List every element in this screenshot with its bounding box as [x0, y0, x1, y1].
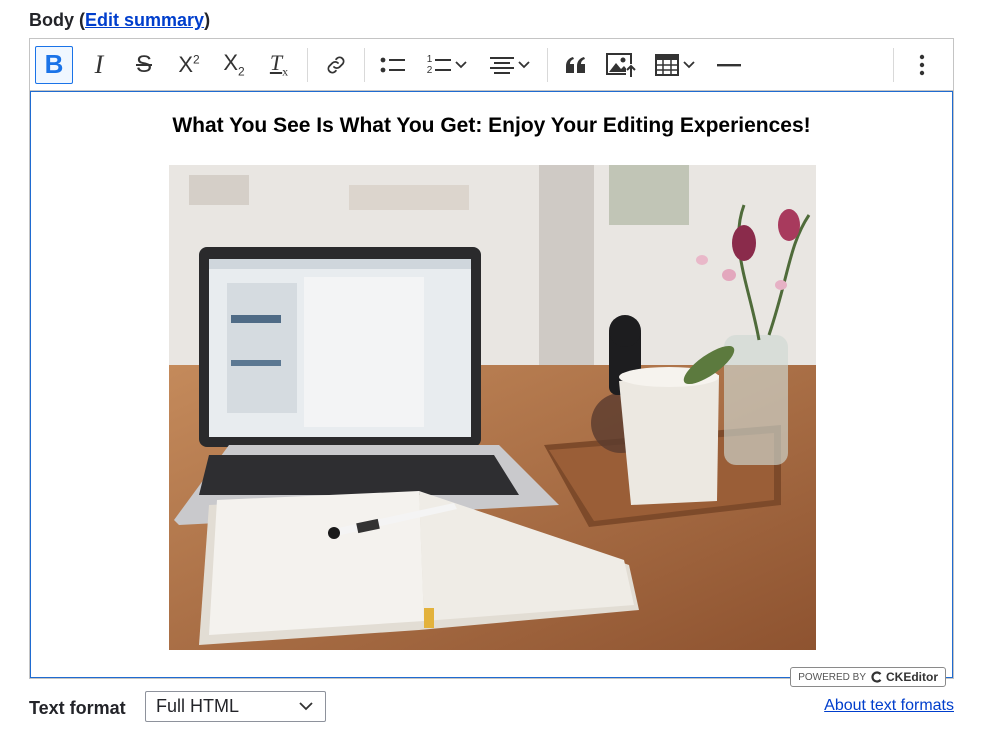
chevron-down-icon — [683, 60, 695, 68]
subscript-mark: 2 — [238, 64, 245, 79]
field-label-paren-close: ) — [204, 10, 211, 30]
text-format-selected: Full HTML — [156, 696, 240, 716]
numbered-list-button[interactable]: 1 2 — [419, 46, 475, 84]
table-icon — [655, 53, 679, 76]
subscript-icon: X2 — [223, 50, 244, 78]
bold-button[interactable]: B — [35, 45, 73, 84]
number-two: 2 — [426, 64, 433, 76]
text-format-label: Text format — [29, 698, 126, 718]
rich-text-editor: B I S X2 X2 Tx 1 2 What You See Is What … — [29, 38, 954, 687]
bulleted-list-icon — [380, 57, 405, 72]
image-upload-icon — [606, 52, 636, 78]
field-label: Body (Edit summary) — [29, 10, 210, 31]
editor-toolbar: B I S X2 X2 Tx 1 2 — [30, 39, 953, 91]
bulleted-list-button[interactable] — [374, 46, 412, 84]
chevron-down-icon — [299, 702, 313, 711]
italic-icon: I — [94, 49, 104, 79]
toolbar-separator — [547, 47, 548, 82]
subscript-base: X — [223, 50, 238, 76]
ckeditor-brand-text: CKEditor — [886, 670, 938, 684]
toolbar-separator — [307, 47, 308, 82]
link-icon — [327, 56, 345, 73]
number-one: 1 — [426, 53, 433, 65]
chevron-down-icon — [518, 60, 530, 68]
text-format-select[interactable]: Full HTML — [145, 691, 326, 722]
remove-format-mark: x — [282, 64, 289, 79]
powered-by-text: POWERED BY — [798, 671, 866, 683]
remove-format-button[interactable]: Tx — [260, 46, 298, 84]
more-actions-area — [891, 46, 941, 84]
ckeditor-brand: CKEditor — [871, 670, 938, 684]
superscript-button[interactable]: X2 — [170, 46, 208, 84]
ckeditor-logo-icon — [871, 671, 882, 683]
align-center-icon — [490, 56, 514, 74]
link-button[interactable] — [317, 46, 355, 84]
more-button[interactable] — [903, 46, 941, 84]
subscript-button[interactable]: X2 — [215, 46, 253, 84]
powered-by-badge[interactable]: POWERED BY CKEditor — [790, 667, 946, 687]
vertical-dots-icon — [919, 54, 925, 76]
toolbar-separator — [893, 48, 894, 82]
remove-format-base: T — [269, 49, 283, 75]
insert-table-button[interactable] — [647, 46, 703, 84]
block-quote-button[interactable] — [557, 46, 595, 84]
numbered-list-digits: 1 2 — [427, 54, 433, 76]
laptop-notebook-coffee-photo — [169, 165, 816, 650]
numbered-list-icon: 1 2 — [427, 54, 452, 76]
quote-icon — [566, 56, 585, 73]
italic-button[interactable]: I — [80, 46, 118, 84]
alignment-button[interactable] — [482, 46, 538, 84]
editor-content[interactable]: What You See Is What You Get: Enjoy Your… — [30, 91, 953, 678]
strikethrough-icon: S — [135, 50, 152, 78]
chevron-down-icon — [455, 60, 467, 68]
superscript-mark: 2 — [193, 52, 200, 67]
toolbar-separator — [364, 47, 365, 82]
superscript-base: X — [178, 51, 193, 77]
content-heading: What You See Is What You Get: Enjoy Your… — [172, 114, 811, 137]
edit-summary-link[interactable]: Edit summary — [85, 10, 204, 30]
horizontal-line-button[interactable] — [710, 46, 748, 84]
field-label-text: Body — [29, 10, 74, 30]
insert-image-button[interactable] — [602, 46, 640, 84]
bold-icon: B — [44, 49, 64, 79]
superscript-icon: X2 — [178, 52, 199, 78]
strikethrough-button[interactable]: S — [125, 46, 163, 84]
remove-format-icon: Tx — [270, 50, 288, 79]
horizontal-line-icon — [717, 63, 741, 66]
content-image[interactable] — [169, 165, 816, 650]
about-text-formats-link[interactable]: About text formats — [824, 697, 954, 715]
